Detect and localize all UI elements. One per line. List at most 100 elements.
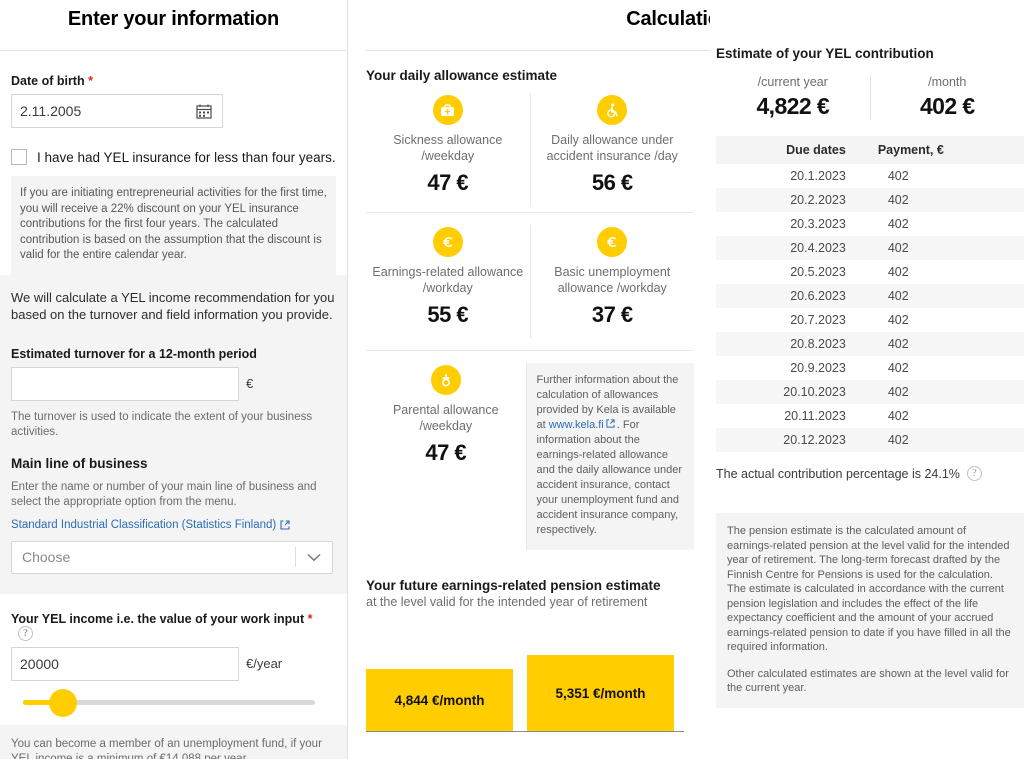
allowance-value: 37 €	[591, 302, 633, 327]
table-row: 20.7.2023 402	[716, 308, 1024, 332]
summary-label: /month	[928, 75, 967, 89]
allowance-value: 55 €	[427, 302, 469, 327]
yel-less-than-four-years-label: I have had YEL insurance for less than f…	[37, 149, 336, 165]
allowance-card-sickness: Sickness allowance /weekday 47 €	[366, 93, 530, 206]
wheelchair-icon	[597, 95, 628, 125]
calculation-divider	[366, 50, 710, 51]
table-row: 20.8.2023 402	[716, 332, 1024, 356]
cell-payment: 402	[887, 313, 909, 327]
cell-payment: 402	[887, 409, 909, 423]
table-row: 20.9.2023 402	[716, 356, 1024, 380]
yel-calculator-page: Enter your information Date of birth * 2…	[0, 0, 1024, 759]
allowance-card-parental: Parental allowance /weekday 47 €	[366, 363, 526, 550]
euro-icon	[432, 227, 463, 257]
allowance-value: 56 €	[591, 170, 633, 195]
medical-bag-icon	[432, 95, 463, 125]
table-row: 20.10.2023 402	[716, 380, 1024, 404]
main-line-of-business-select[interactable]: Choose	[11, 540, 333, 574]
pension-bar-1-label: 4,844 €/month	[394, 692, 485, 708]
cell-payment: 402	[863, 284, 1024, 308]
contribution-summary: /current year 4,822 € /month 402 €	[716, 75, 1024, 120]
cell-payment: 402	[863, 332, 1024, 356]
yel-less-than-four-years-row[interactable]: I have had YEL insurance for less than f…	[11, 149, 336, 165]
cell-date: 20.8.2023	[716, 332, 864, 356]
yel-income-unit: €/year	[246, 656, 283, 671]
title-divider	[0, 50, 347, 51]
cell-payment: 402	[863, 236, 1024, 260]
calendar-icon[interactable]	[196, 103, 212, 119]
due-dates-table: Due dates Payment, € 20.1.2023 402 20.2.2…	[716, 136, 1024, 452]
cell-date: 20.5.2023	[790, 265, 846, 279]
external-link-icon	[280, 520, 290, 530]
euro-icon	[597, 227, 628, 257]
column-header-payment: Payment, €	[863, 136, 1024, 164]
kela-info-note: Further information about the calculatio…	[525, 363, 694, 550]
external-link-icon	[606, 418, 615, 428]
recommendation-text: We will calculate a YEL income recommend…	[11, 289, 335, 323]
allowance-label: Sickness allowance /weekday	[393, 133, 503, 163]
required-marker: *	[88, 74, 93, 88]
cell-date: 20.3.2023	[790, 217, 846, 231]
chart-baseline	[366, 731, 684, 732]
main-line-of-business-heading: Main line of business	[11, 455, 148, 471]
allowance-value: 47 €	[427, 170, 469, 195]
discount-note: If you are initiating entrepreneurial ac…	[11, 176, 336, 275]
allowance-row: Parental allowance /weekday 47 € Further…	[366, 350, 694, 550]
help-icon[interactable]: ?	[18, 625, 33, 641]
summary-month: /month 402 €	[869, 75, 1024, 120]
calculation-panel: Calculation Your daily allowance estimat…	[348, 0, 732, 759]
contribution-percentage-text: The actual contribution percentage is 24…	[716, 466, 960, 481]
allowance-label: Daily allowance under accident insurance…	[546, 133, 678, 163]
table-row: 20.1.2023 402	[716, 164, 1024, 188]
pension-bar-2: 5,351 €/month	[527, 655, 674, 731]
yel-income-slider[interactable]	[23, 688, 315, 717]
allowance-row: Sickness allowance /weekday 47 € Daily a…	[366, 93, 694, 206]
kela-info-post: . For information about the earnings-rel…	[536, 419, 683, 536]
date-of-birth-input[interactable]: 2.11.2005	[11, 94, 223, 128]
cell-date: 20.10.2023	[716, 380, 864, 404]
contribution-title: Estimate of your YEL contribution	[716, 46, 934, 61]
chevron-down-icon[interactable]	[296, 553, 332, 562]
turnover-unit: €	[246, 376, 254, 391]
cell-payment: 402	[887, 217, 909, 231]
pension-bars: 4,844 €/month 5,351 €/month	[366, 631, 694, 731]
kela-link[interactable]: www.kela.fi	[549, 419, 604, 431]
summary-label: /current year	[757, 75, 828, 89]
sic-link[interactable]: Standard Industrial Classification (Stat…	[11, 519, 290, 531]
help-icon[interactable]: ?	[966, 466, 982, 481]
allowance-card-accident: Daily allowance under accident insurance…	[529, 93, 695, 206]
cell-date: 20.9.2023	[790, 361, 846, 375]
pension-chart-title: Your future earnings-related pension est…	[366, 578, 661, 593]
due-dates-body: 20.1.2023 402 20.2.2023 402 20.3.2023 402 2…	[716, 164, 1024, 452]
table-header-row: Due dates Payment, €	[716, 136, 1024, 164]
pension-estimate-note: The pension estimate is the calculated a…	[716, 513, 1024, 708]
cell-date: 20.11.2023	[784, 409, 846, 423]
column-header-due-dates: Due dates	[716, 136, 864, 164]
page-title: Enter your information	[67, 8, 280, 30]
allowance-card-basic-unemployment: Basic unemployment allowance /workday 37…	[529, 225, 695, 338]
allowance-card-earnings-related: Earnings-related allowance /workday 55 €	[366, 225, 530, 338]
allowance-label: Parental allowance /weekday	[392, 403, 499, 433]
cell-payment: 402	[887, 361, 909, 375]
cell-date: 20.1.2023	[790, 169, 846, 183]
cell-date: 20.12.2023	[716, 428, 864, 452]
select-value: Choose	[22, 549, 71, 565]
yel-less-than-four-years-checkbox[interactable]	[11, 149, 27, 165]
yel-income-input[interactable]: 20000	[11, 646, 239, 681]
turnover-helper: The turnover is used to indicate the ext…	[11, 410, 313, 438]
cell-date: 20.6.2023	[716, 284, 864, 308]
table-row: 20.6.2023 402	[716, 284, 1024, 308]
turnover-input[interactable]	[11, 366, 239, 401]
table-row: 20.5.2023 402	[716, 260, 1024, 284]
date-of-birth-label: Date of birth *	[11, 74, 93, 88]
table-row: 20.2.2023 402	[716, 188, 1024, 212]
allowance-label: Earnings-related allowance /workday	[372, 265, 524, 295]
date-of-birth-value: 2.11.2005	[20, 103, 82, 119]
yel-income-value: 20000	[20, 655, 59, 672]
table-row: 20.12.2023 402	[716, 428, 1024, 452]
slider-thumb[interactable]	[49, 688, 77, 717]
daily-allowance-heading: Your daily allowance estimate	[366, 68, 558, 83]
summary-value: 4,822 €	[756, 93, 830, 119]
turnover-label: Estimated turnover for a 12-month period	[11, 346, 257, 361]
summary-current-year: /current year 4,822 €	[716, 75, 870, 120]
